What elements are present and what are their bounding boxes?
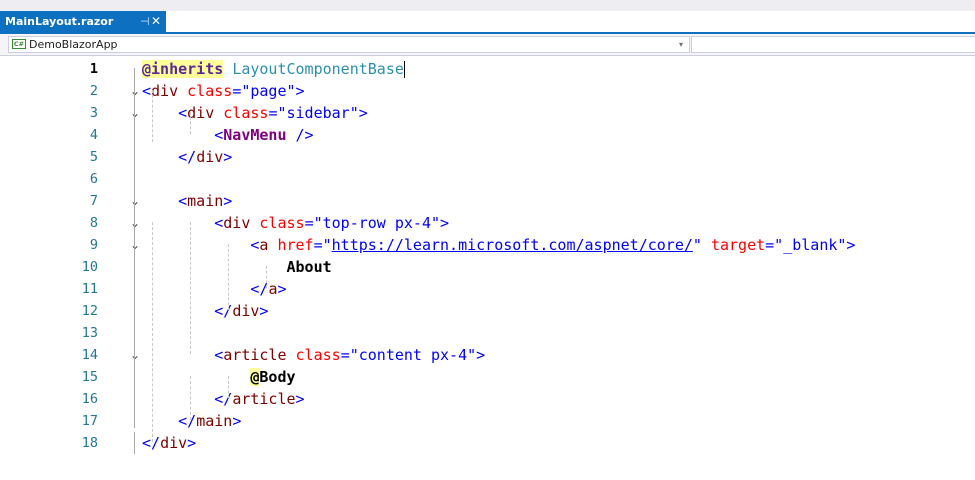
project-dropdown[interactable]: C# DemoBlazorApp ▾ <box>8 36 690 53</box>
code-text: <div class="sidebar"> <box>178 104 368 122</box>
line-number: 6 <box>89 171 98 187</box>
code-line[interactable]: 11 </a> <box>0 278 975 300</box>
code-text: <article class="content px-4"> <box>214 346 486 364</box>
line-number: 5 <box>89 149 98 165</box>
line-number: 1 <box>89 61 98 77</box>
tab-mainlayout[interactable]: MainLayout.razor ⊣ ✕ <box>0 11 166 32</box>
line-number: 15 <box>81 369 98 385</box>
code-line[interactable]: 18 </div> <box>0 432 975 454</box>
code-text: </div> <box>142 434 197 452</box>
indent-guide <box>190 376 191 420</box>
code-line[interactable]: 4 <NavMenu /> <box>0 124 975 146</box>
code-line[interactable]: 10 About <box>0 256 975 278</box>
code-text: </div> <box>214 302 269 320</box>
line-number: 17 <box>81 413 98 429</box>
indent-guide <box>152 90 153 142</box>
chevron-down-icon[interactable]: ▾ <box>679 37 683 52</box>
code-text: About <box>286 258 332 276</box>
pin-icon[interactable]: ⊣ <box>140 11 150 32</box>
code-line[interactable]: 12 </div> <box>0 300 975 322</box>
project-label: DemoBlazorApp <box>29 38 118 51</box>
line-number: 4 <box>89 127 98 143</box>
code-text: </a> <box>250 280 287 298</box>
code-text: </article> <box>214 390 305 408</box>
line-number: 16 <box>81 391 98 407</box>
code-line[interactable]: 6 <box>0 168 975 190</box>
code-editor[interactable]: 1 @inherits LayoutComponentBase 2 ⌄ <div cla… <box>0 56 975 480</box>
code-line[interactable]: 17 </main> <box>0 410 975 432</box>
line-number: 3 <box>89 105 98 121</box>
indent-guide <box>266 266 267 288</box>
line-number: 14 <box>81 347 98 363</box>
code-text: <NavMenu /> <box>214 126 314 144</box>
line-number: 13 <box>81 325 98 341</box>
code-line[interactable]: 13 <box>0 322 975 344</box>
line-number: 10 <box>81 259 98 275</box>
code-line[interactable]: 16 </article> <box>0 388 975 410</box>
close-icon[interactable]: ✕ <box>151 11 161 32</box>
code-text: <main> <box>178 192 233 210</box>
code-text: <div class="page"> <box>142 82 305 100</box>
member-dropdown[interactable] <box>691 36 975 53</box>
line-number: 18 <box>81 435 98 451</box>
fold-chevron-icon[interactable]: ⌄ <box>129 234 141 256</box>
line-number: 7 <box>89 193 98 209</box>
tab-title: MainLayout.razor <box>5 15 114 28</box>
line-number: 9 <box>89 237 98 253</box>
code-line[interactable]: 9 ⌄ <a href="https://learn.microsoft.com/… <box>0 234 975 256</box>
fold-chevron-icon[interactable]: ⌄ <box>129 212 141 234</box>
csharp-project-icon: C# <box>12 39 26 49</box>
code-line[interactable]: 8 ⌄ <div class="top-row px-4"> <box>0 212 975 234</box>
navigation-bar: C# DemoBlazorApp ▾ <box>0 34 975 56</box>
code-text: <div class="top-row px-4"> <box>214 214 450 232</box>
fold-chevron-icon[interactable]: ⌄ <box>129 190 141 212</box>
code-text: @inherits LayoutComponentBase <box>142 60 405 78</box>
line-number: 2 <box>89 83 98 99</box>
line-number: 12 <box>81 303 98 319</box>
code-line[interactable]: 15 @Body <box>0 366 975 388</box>
line-number: 11 <box>81 281 98 297</box>
indent-guide <box>134 432 135 454</box>
code-line[interactable]: 5 </div> <box>0 146 975 168</box>
code-line[interactable]: 7 ⌄ <main> <box>0 190 975 212</box>
code-text: <a href="https://learn.microsoft.com/asp… <box>250 236 856 254</box>
code-line[interactable]: 1 @inherits LayoutComponentBase <box>0 58 975 80</box>
fold-chevron-icon[interactable]: ⌄ <box>129 344 141 366</box>
indent-guide <box>228 244 229 310</box>
fold-chevron-icon[interactable]: ⌄ <box>129 80 141 102</box>
line-number: 8 <box>89 215 98 231</box>
code-text: </div> <box>178 148 233 166</box>
indent-guide <box>190 222 191 354</box>
indent-guide <box>134 68 135 428</box>
code-line[interactable]: 3 ⌄ <div class="sidebar"> <box>0 102 975 124</box>
fold-chevron-icon[interactable]: ⌄ <box>129 102 141 124</box>
indent-guide <box>190 112 191 134</box>
indent-guide <box>228 376 229 398</box>
text-caret <box>403 61 405 78</box>
code-text: </main> <box>178 412 242 430</box>
code-line[interactable]: 2 ⌄ <div class="page"> <box>0 80 975 102</box>
code-text: @Body <box>250 368 296 386</box>
tab-strip <box>0 0 975 11</box>
code-line[interactable]: 14 ⌄ <article class="content px-4"> <box>0 344 975 366</box>
indent-guide <box>152 222 153 442</box>
